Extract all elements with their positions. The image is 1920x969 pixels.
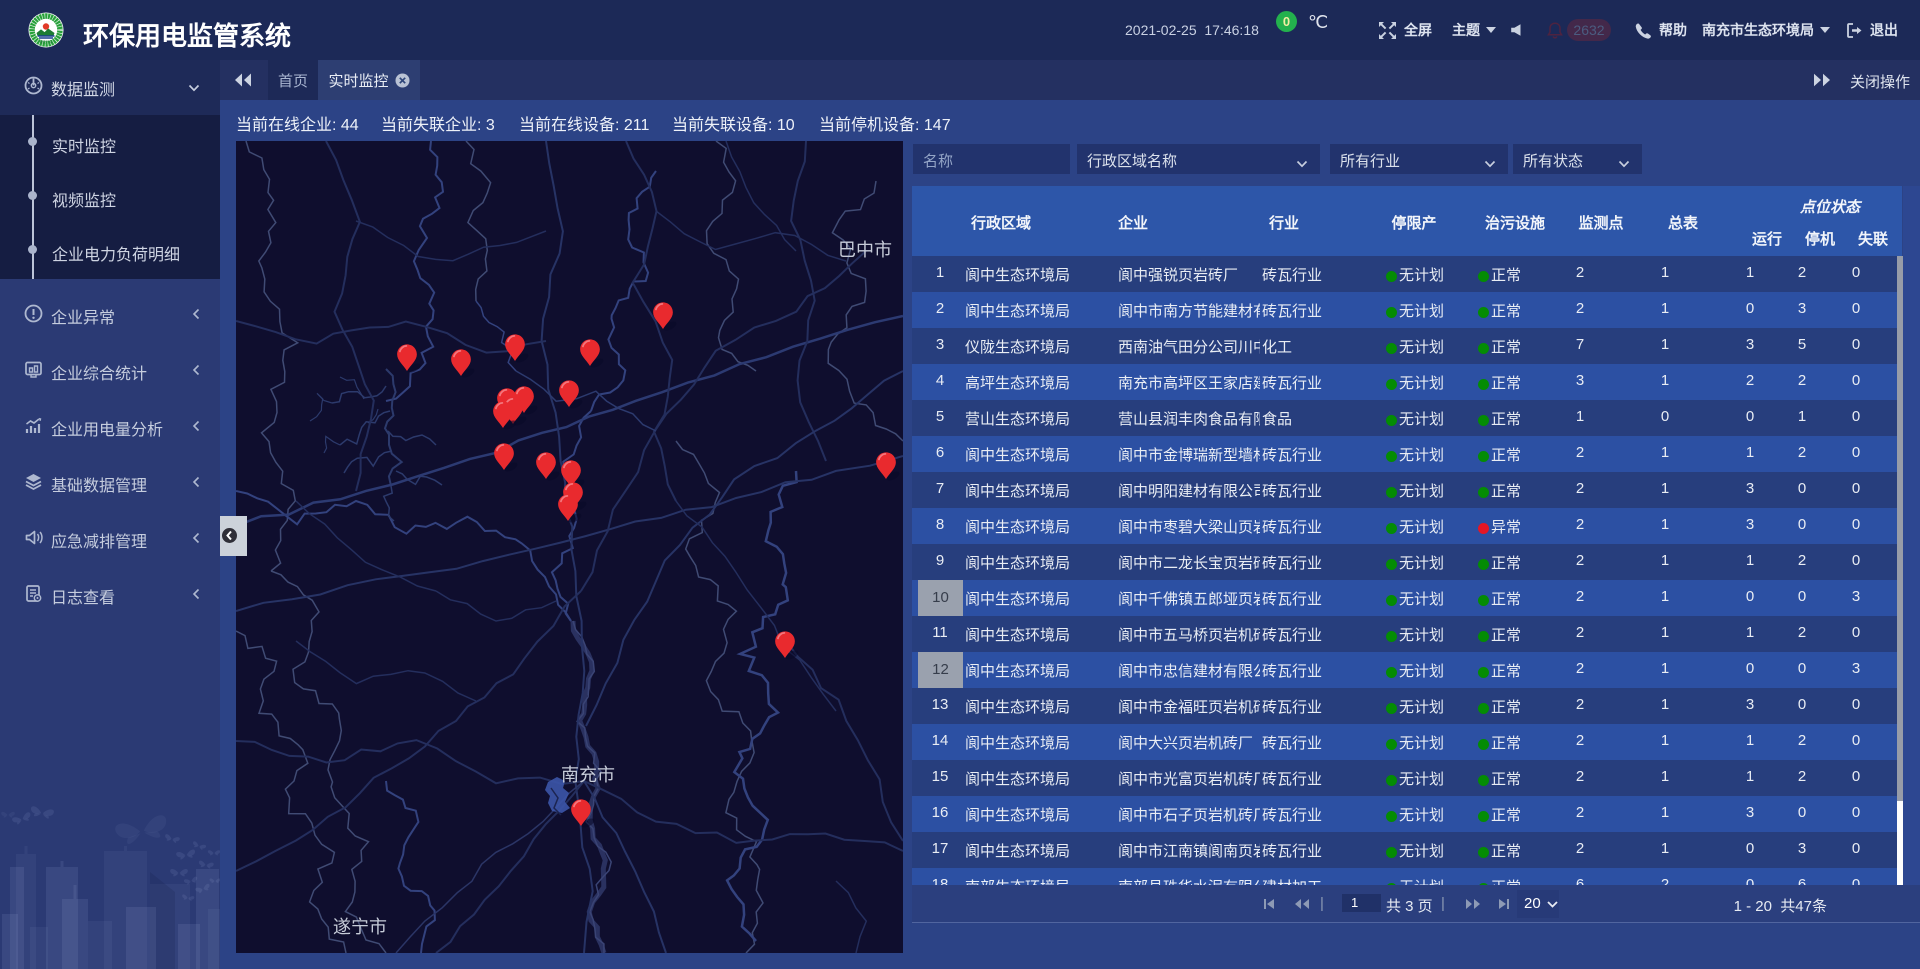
svg-text:遂宁市: 遂宁市 (333, 917, 387, 937)
svg-text:南充环保: 南充环保 (40, 39, 54, 44)
svg-text:南充市: 南充市 (561, 765, 615, 785)
svg-text:巴中市: 巴中市 (838, 240, 892, 260)
